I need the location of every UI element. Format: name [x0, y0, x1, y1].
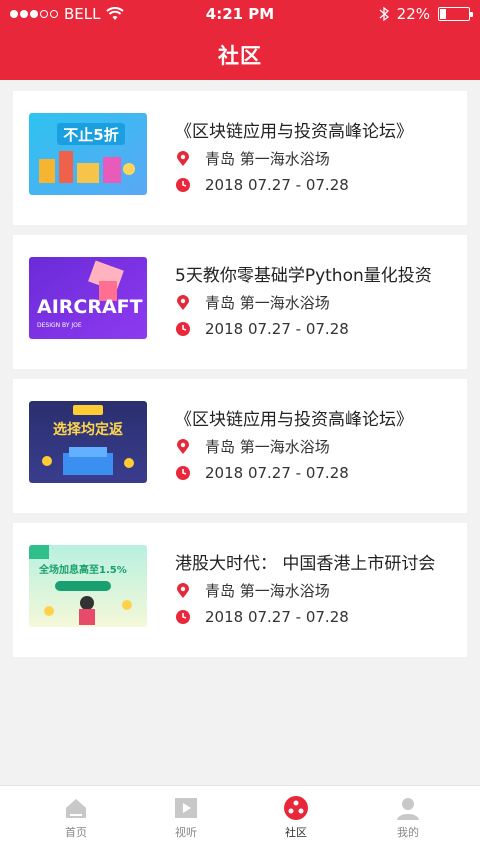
page-title: 社区	[218, 44, 262, 68]
bluetooth-icon	[379, 6, 389, 22]
tab-media[interactable]: 视听	[146, 796, 226, 840]
status-bar: BELL 4:21 PM 22%	[0, 0, 480, 28]
location-pin-icon	[177, 582, 189, 598]
play-icon	[175, 798, 197, 818]
svg-text:DESIGN BY JOE: DESIGN BY JOE	[37, 322, 82, 329]
event-date-row: 2018 07.27 - 07.28	[175, 320, 349, 338]
battery-percent: 22%	[396, 5, 430, 23]
event-location-row: 青岛 第一海水浴场	[175, 436, 330, 457]
event-title: 《区块链应用与投资高峰论坛》	[175, 122, 413, 142]
home-icon	[66, 799, 86, 818]
bottom-tab-bar: 首页 视听 社区 我的	[0, 785, 480, 853]
battery-icon	[438, 7, 473, 21]
profile-icon	[397, 798, 419, 820]
svg-text:不止5折: 不止5折	[63, 126, 118, 144]
event-location: 青岛 第一海水浴场	[205, 150, 330, 168]
svg-text:选择均定返: 选择均定返	[53, 421, 123, 438]
location-pin-icon	[177, 294, 189, 310]
event-location-row: 青岛 第一海水浴场	[175, 148, 330, 169]
tab-label: 视听	[175, 826, 197, 839]
tab-community[interactable]: 社区	[256, 796, 336, 840]
event-date-row: 2018 07.27 - 07.28	[175, 464, 349, 482]
event-card[interactable]: 不止5折 《区块链应用与投资高峰论坛》 青岛 第一海水浴场 2018 07.27…	[13, 91, 467, 225]
event-thumbnail: AIRCRAFT DESIGN BY JOE	[29, 257, 147, 339]
tab-label: 社区	[285, 826, 307, 839]
event-location: 青岛 第一海水浴场	[205, 294, 330, 312]
community-icon	[284, 796, 308, 820]
event-thumbnail: 不止5折	[29, 113, 147, 195]
status-right: 22%	[379, 5, 473, 23]
event-location-row: 青岛 第一海水浴场	[175, 580, 330, 601]
event-card[interactable]: 全场加息高至1.5% 港股大时代： 中国香港上市研讨会 青岛 第一海水浴场 20…	[13, 523, 467, 657]
event-date-row: 2018 07.27 - 07.28	[175, 176, 349, 194]
event-location: 青岛 第一海水浴场	[205, 438, 330, 456]
tab-label: 我的	[397, 826, 419, 839]
clock-icon	[176, 178, 190, 192]
svg-text:全场加息高至1.5%: 全场加息高至1.5%	[38, 563, 127, 576]
event-date: 2018 07.27 - 07.28	[205, 320, 349, 338]
event-date: 2018 07.27 - 07.28	[205, 176, 349, 194]
event-date: 2018 07.27 - 07.28	[205, 608, 349, 626]
event-thumbnail: 选择均定返	[29, 401, 147, 483]
tab-profile[interactable]: 我的	[368, 796, 448, 840]
event-thumbnail: 全场加息高至1.5%	[29, 545, 147, 627]
event-location: 青岛 第一海水浴场	[205, 582, 330, 600]
event-date: 2018 07.27 - 07.28	[205, 464, 349, 482]
tab-home[interactable]: 首页	[36, 796, 116, 840]
event-location-row: 青岛 第一海水浴场	[175, 292, 330, 313]
event-title: 5天教你零基础学Python量化投资	[175, 266, 432, 286]
event-title: 港股大时代： 中国香港上市研讨会	[175, 554, 436, 574]
location-pin-icon	[177, 438, 189, 454]
clock-icon	[176, 466, 190, 480]
event-date-row: 2018 07.27 - 07.28	[175, 608, 349, 626]
event-list: 不止5折 《区块链应用与投资高峰论坛》 青岛 第一海水浴场 2018 07.27…	[13, 91, 467, 667]
event-title: 《区块链应用与投资高峰论坛》	[175, 410, 413, 430]
app-header: BELL 4:21 PM 22% 社区	[0, 0, 480, 80]
clock-icon	[176, 610, 190, 624]
tab-label: 首页	[65, 826, 87, 839]
event-card[interactable]: 选择均定返 《区块链应用与投资高峰论坛》 青岛 第一海水浴场 2018 07.2…	[13, 379, 467, 513]
clock-icon	[176, 322, 190, 336]
svg-text:AIRCRAFT: AIRCRAFT	[37, 296, 143, 318]
event-card[interactable]: AIRCRAFT DESIGN BY JOE 5天教你零基础学Python量化投…	[13, 235, 467, 369]
location-pin-icon	[177, 150, 189, 166]
